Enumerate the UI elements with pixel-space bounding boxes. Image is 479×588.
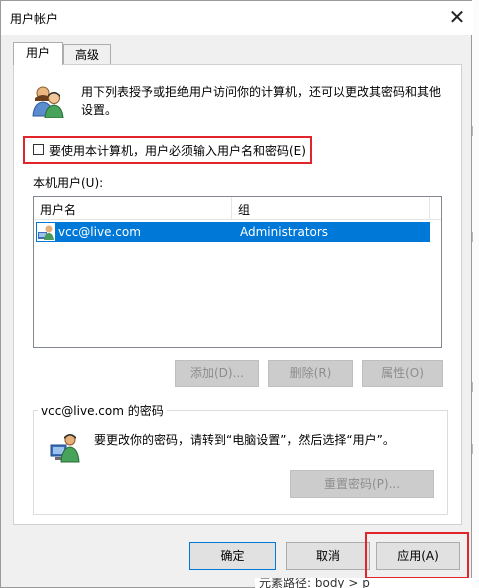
background-window-edge [472, 0, 479, 588]
window-title: 用户帐户 [10, 12, 59, 26]
column-header-username[interactable]: 用户名 [40, 201, 76, 218]
remove-user-button[interactable]: 删除(R) [268, 360, 353, 387]
reset-password-button[interactable]: 重置密码(P)... [290, 470, 434, 498]
title-bar: 用户帐户 ✕ [1, 1, 473, 35]
tab-users[interactable]: 用户 [13, 42, 63, 65]
background-breadcrumb: 元素路径: body > p [259, 578, 370, 588]
background-breadcrumb-strip: 元素路径: body > p [255, 578, 472, 588]
column-divider [429, 197, 430, 219]
user-row-icon [37, 223, 55, 241]
users-section-label: 本机用户(U): [33, 176, 104, 190]
apply-button[interactable]: 应用(A) [376, 542, 460, 570]
intro-text: 用下列表授予或拒绝用户访问你的计算机，还可以更改其密码和其他设置。 [81, 85, 442, 117]
user-name-cell: vcc@live.com [58, 225, 141, 239]
users-icon [31, 84, 65, 119]
cancel-button[interactable]: 取消 [286, 542, 370, 570]
user-key-icon [49, 431, 81, 463]
background-mark [472, 232, 479, 242]
add-user-button[interactable]: 添加(D)... [175, 360, 259, 387]
users-table[interactable]: 用户名 组 vcc@live.com Administrators [33, 196, 442, 348]
user-accounts-dialog: 用户帐户 ✕ 用户 高级 用下列表授予或拒绝用户访问你的计算机，还可以更改其密码… [0, 0, 473, 588]
password-group [33, 410, 448, 515]
background-mark [472, 382, 479, 392]
user-group-cell: Administrators [240, 225, 329, 239]
table-header: 用户名 组 [34, 197, 441, 220]
column-divider [231, 197, 232, 219]
background-mark [472, 126, 479, 136]
column-header-group[interactable]: 组 [238, 201, 250, 218]
table-row[interactable]: vcc@live.com Administrators [36, 222, 430, 242]
tab-advanced[interactable]: 高级 [63, 44, 111, 65]
require-login-label[interactable]: 要使用本计算机，用户必须输入用户名和密码(E) [49, 142, 306, 159]
require-login-checkbox[interactable] [33, 144, 44, 155]
close-icon[interactable]: ✕ [444, 4, 470, 30]
ok-button[interactable]: 确定 [189, 542, 276, 570]
password-group-title: vcc@live.com 的密码 [38, 402, 167, 419]
tab-panel: 用下列表授予或拒绝用户访问你的计算机，还可以更改其密码和其他设置。 要使用本计算… [13, 64, 462, 525]
background-mark [472, 444, 479, 454]
properties-button[interactable]: 属性(O) [362, 360, 443, 387]
password-message: 要更改你的密码，请转到“电脑设置”，然后选择“用户”。 [94, 433, 395, 447]
